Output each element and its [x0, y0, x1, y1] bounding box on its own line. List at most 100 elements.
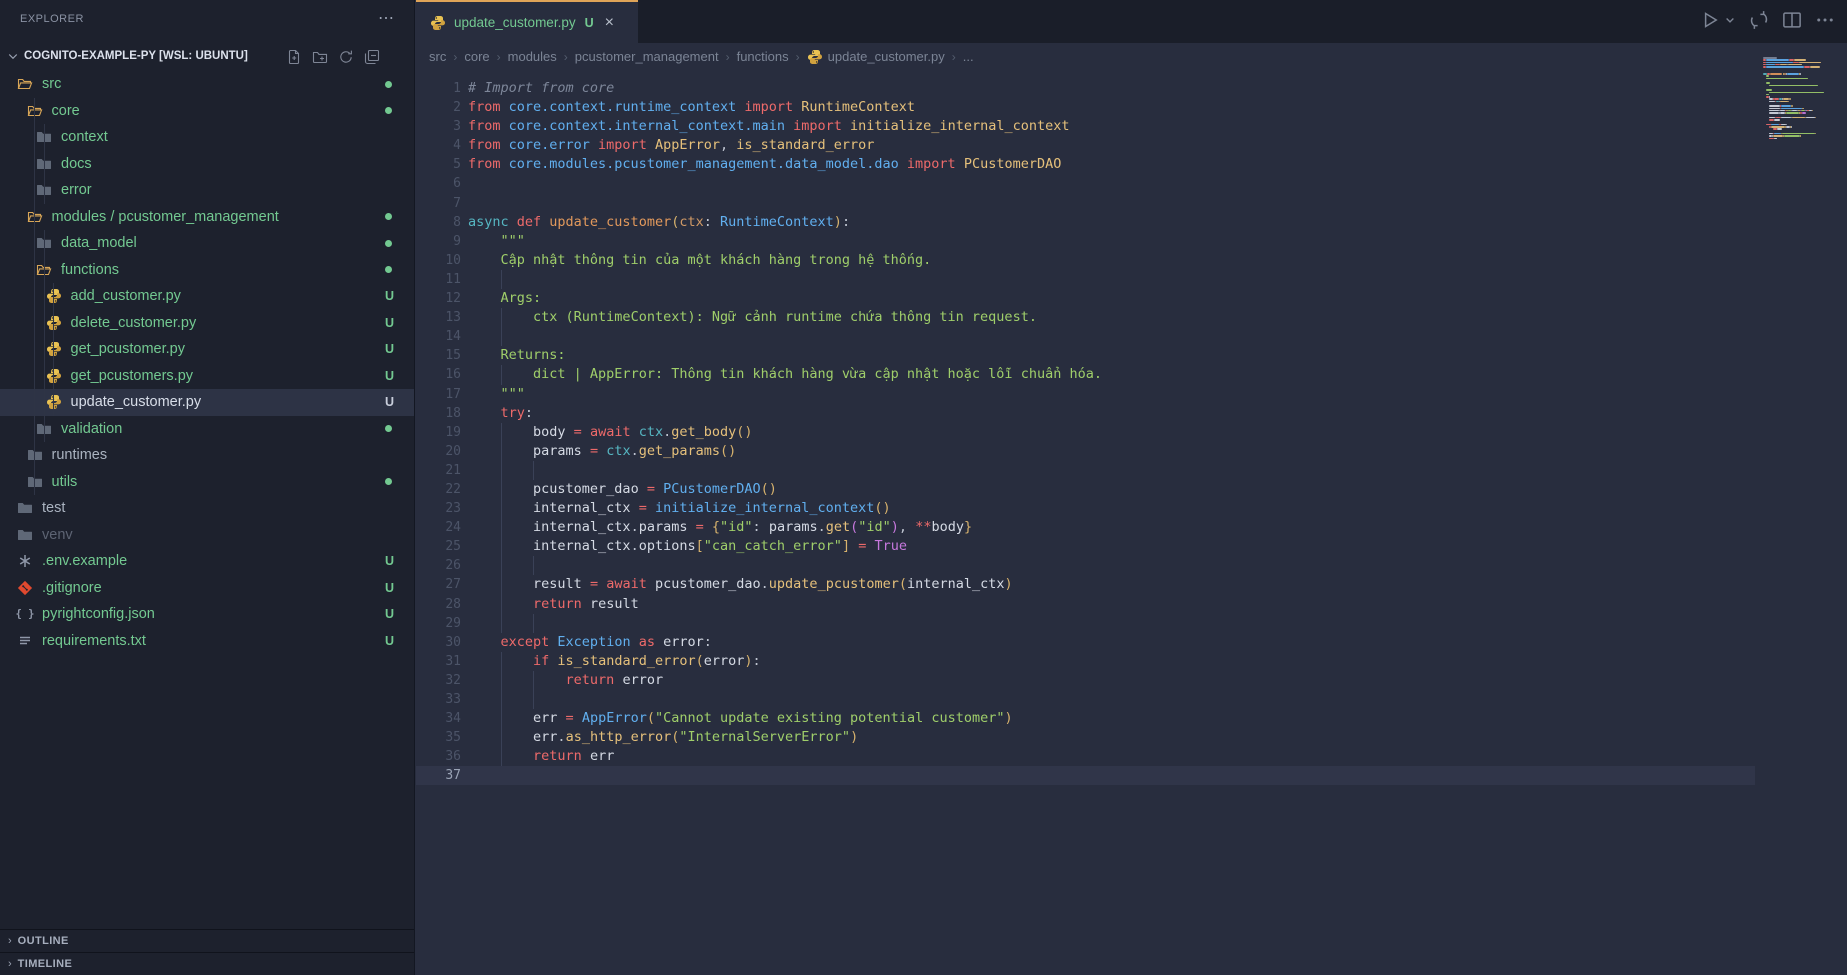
play-icon[interactable]: [1700, 10, 1720, 30]
code-line-32[interactable]: 32 return error: [416, 671, 1755, 690]
code-line-2[interactable]: 2from core.context.runtime_context impor…: [416, 98, 1755, 117]
cycle-icon[interactable]: [1749, 10, 1769, 30]
refresh-icon[interactable]: [338, 49, 355, 66]
code-line-7[interactable]: 7: [416, 194, 1755, 213]
code-line-16[interactable]: 16 dict | AppError: Thông tin khách hàng…: [416, 365, 1755, 384]
tree-item-requirements-txt[interactable]: requirements.txtU: [0, 628, 414, 655]
code-line-26[interactable]: 26: [416, 556, 1755, 575]
code-line-19[interactable]: 19 body = await ctx.get_body(): [416, 423, 1755, 442]
code-line-18[interactable]: 18 try:: [416, 404, 1755, 423]
breadcrumb-item-update-customer-py[interactable]: update_customer.py: [807, 49, 945, 65]
code-line-text: from core.context.internal_context.main …: [468, 117, 1069, 136]
code-line-20[interactable]: 20 params = ctx.get_params(): [416, 442, 1755, 461]
code-line-35[interactable]: 35 err.as_http_error("InternalServerErro…: [416, 728, 1755, 747]
code-line-8[interactable]: 8async def update_customer(ctx: RuntimeC…: [416, 213, 1755, 232]
sidebar-section-outline[interactable]: ›OUTLINE: [0, 929, 414, 952]
sidebar-section-timeline[interactable]: ›TIMELINE: [0, 952, 414, 975]
code-line-22[interactable]: 22 pcustomer_dao = PCustomerDAO(): [416, 480, 1755, 499]
breadcrumb-item-pcustomer-management[interactable]: pcustomer_management: [575, 49, 719, 64]
tree-item-label: get_pcustomers.py: [71, 368, 194, 384]
code-line-17[interactable]: 17 """: [416, 385, 1755, 404]
code-line-13[interactable]: 13 ctx (RuntimeContext): Ngữ cảnh runtim…: [416, 308, 1755, 327]
code-line-text: Cập nhật thông tin của một khách hàng tr…: [468, 251, 931, 270]
code-line-text: return result: [468, 595, 639, 614]
tree-item-functions[interactable]: functions: [0, 257, 414, 284]
chevron-down-icon[interactable]: [1724, 14, 1736, 26]
tree-item-delete-customer-py[interactable]: delete_customer.pyU: [0, 310, 414, 337]
code-line-34[interactable]: 34 err = AppError("Cannot update existin…: [416, 709, 1755, 728]
code-line-29[interactable]: 29: [416, 614, 1755, 633]
code-line-36[interactable]: 36 return err: [416, 747, 1755, 766]
tree-item-validation[interactable]: validation: [0, 416, 414, 443]
more-horizontal-icon[interactable]: [1815, 10, 1835, 30]
breadcrumb-item-core[interactable]: core: [464, 49, 489, 64]
tree-item-modules-pcustomer-management[interactable]: modules / pcustomer_management: [0, 204, 414, 231]
code-line-31[interactable]: 31 if is_standard_error(error):: [416, 652, 1755, 671]
tree-item--gitignore[interactable]: .gitignoreU: [0, 575, 414, 602]
tree-item-context[interactable]: context: [0, 124, 414, 151]
code-line-15[interactable]: 15 Returns:: [416, 346, 1755, 365]
tree-item-error[interactable]: error: [0, 177, 414, 204]
folder-icon: [17, 500, 33, 516]
tree-item-data-model[interactable]: data_model: [0, 230, 414, 257]
tree-item-runtimes[interactable]: runtimes: [0, 442, 414, 469]
code-line-1[interactable]: 1# Import from core: [416, 79, 1755, 98]
code-line-33[interactable]: 33: [416, 690, 1755, 709]
code-line-4[interactable]: 4from core.error import AppError, is_sta…: [416, 136, 1755, 155]
breadcrumb-item-src[interactable]: src: [429, 49, 446, 64]
tree-item-core[interactable]: core: [0, 98, 414, 125]
code-line-28[interactable]: 28 return result: [416, 595, 1755, 614]
tree-item-get-pcustomers-py[interactable]: get_pcustomers.pyU: [0, 363, 414, 390]
breadcrumb-item--[interactable]: ...: [963, 49, 974, 64]
tree-item-docs[interactable]: docs: [0, 151, 414, 178]
indent-guide: [533, 690, 534, 709]
split-editor-icon[interactable]: [1782, 10, 1802, 30]
close-icon[interactable]: ×: [605, 15, 614, 31]
code-area[interactable]: 1# Import from core2from core.context.ru…: [416, 70, 1847, 975]
git-modified-dot: [385, 425, 392, 432]
more-actions-icon[interactable]: ⋯: [378, 8, 394, 28]
collapse-all-icon[interactable]: [364, 49, 381, 66]
explorer-panel-title: EXPLORER: [20, 13, 84, 25]
code-line-21[interactable]: 21: [416, 461, 1755, 480]
tree-item-test[interactable]: test: [0, 495, 414, 522]
code-line-5[interactable]: 5from core.modules.pcustomer_management.…: [416, 155, 1755, 174]
code-line-14[interactable]: 14: [416, 327, 1755, 346]
minimap[interactable]: [1761, 57, 1841, 167]
code-line-text: dict | AppError: Thông tin khách hàng vừ…: [468, 365, 1102, 384]
code-line-text: from core.error import AppError, is_stan…: [468, 136, 874, 155]
code-line-9[interactable]: 9 """: [416, 232, 1755, 251]
breadcrumb-item-functions[interactable]: functions: [737, 49, 789, 64]
code-line-37[interactable]: 37: [416, 766, 1755, 785]
breadcrumb-item-modules[interactable]: modules: [508, 49, 557, 64]
code-line-24[interactable]: 24 internal_ctx.params = {"id": params.g…: [416, 518, 1755, 537]
code-line-30[interactable]: 30 except Exception as error:: [416, 633, 1755, 652]
line-number: 37: [416, 766, 461, 785]
explorer-panel-header: EXPLORER ⋯: [0, 0, 414, 42]
code-line-11[interactable]: 11: [416, 270, 1755, 289]
workspace-section-header[interactable]: COGNITO-EXAMPLE-PY [WSL: UBUNTU]: [0, 44, 414, 71]
code-line-25[interactable]: 25 internal_ctx.options["can_catch_error…: [416, 537, 1755, 556]
code-line-23[interactable]: 23 internal_ctx = initialize_internal_co…: [416, 499, 1755, 518]
tab-update-customer[interactable]: update_customer.py U ×: [416, 0, 638, 43]
new-file-icon[interactable]: [286, 49, 303, 66]
minimap-line: [1769, 112, 1778, 114]
code-line-3[interactable]: 3from core.context.internal_context.main…: [416, 117, 1755, 136]
code-line-10[interactable]: 10 Cập nhật thông tin của một khách hàng…: [416, 251, 1755, 270]
tree-item-utils[interactable]: utils: [0, 469, 414, 496]
line-number: 29: [416, 614, 461, 633]
tree-item-venv[interactable]: venv: [0, 522, 414, 549]
tree-item-update-customer-py[interactable]: update_customer.pyU: [0, 389, 414, 416]
line-number: 6: [416, 174, 461, 193]
new-folder-icon[interactable]: [312, 49, 329, 66]
code-line-12[interactable]: 12 Args:: [416, 289, 1755, 308]
code-line-27[interactable]: 27 result = await pcustomer_dao.update_p…: [416, 575, 1755, 594]
tree-item--env-example[interactable]: .env.exampleU: [0, 548, 414, 575]
git-icon: [17, 580, 33, 596]
tree-item-pyrightconfig-json[interactable]: { }pyrightconfig.jsonU: [0, 601, 414, 628]
git-modified-dot: [385, 478, 392, 485]
tree-item-get-pcustomer-py[interactable]: get_pcustomer.pyU: [0, 336, 414, 363]
code-line-6[interactable]: 6: [416, 174, 1755, 193]
tree-item-src[interactable]: src: [0, 71, 414, 98]
tree-item-add-customer-py[interactable]: add_customer.pyU: [0, 283, 414, 310]
